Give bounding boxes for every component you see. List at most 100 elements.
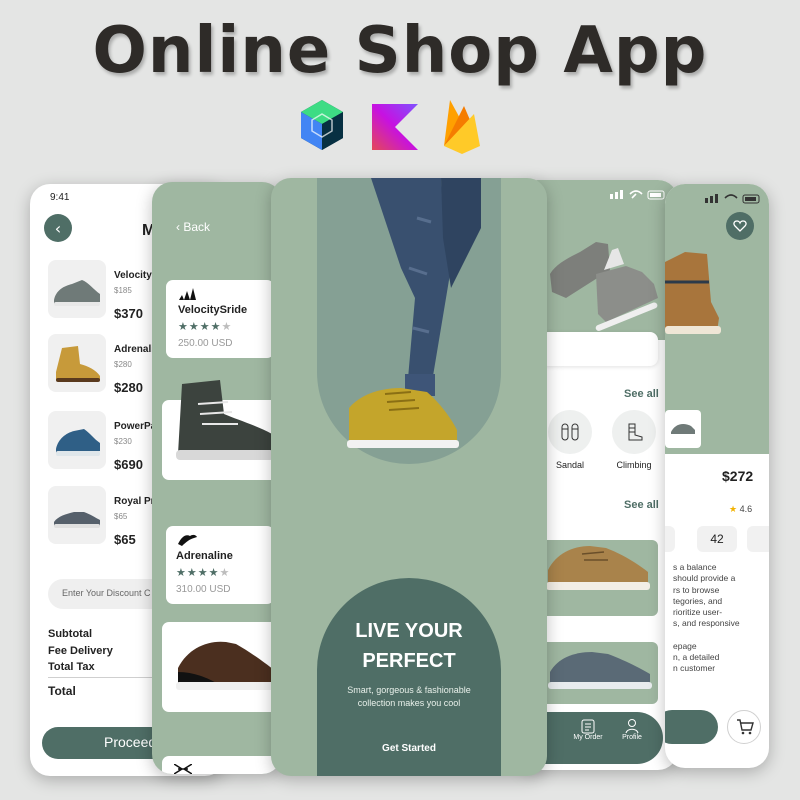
size-option[interactable] — [747, 526, 769, 552]
star-icon: ★ — [729, 504, 738, 514]
category-label: Climbing — [616, 460, 652, 470]
size-option[interactable]: 42 — [697, 526, 737, 552]
product-description: s a balance should provide a rs to brows… — [673, 562, 769, 675]
product-detail-screen: $272 ★ 4.6 42 s a balance should provide… — [665, 184, 769, 768]
category-label: Sandal — [555, 460, 585, 470]
description-line: n, a detailed — [673, 652, 720, 663]
see-all-products-link[interactable]: See all — [624, 499, 659, 511]
status-time: 9:41 — [50, 192, 70, 203]
category-climbing[interactable] — [612, 410, 656, 454]
status-icons — [705, 194, 760, 204]
cart-item-price: $280 — [114, 380, 143, 395]
description-line: epage — [673, 640, 697, 651]
sneaker-image — [56, 429, 100, 456]
favorite-button[interactable] — [726, 212, 754, 240]
description-line: n customer — [673, 663, 716, 674]
status-icons — [610, 190, 665, 200]
cart-item-unit-price: $65 — [114, 512, 128, 521]
cart-item-unit-price: $185 — [114, 286, 132, 295]
leather-shoe-image — [176, 641, 276, 690]
cart-item-price: $65 — [114, 532, 136, 547]
description-line: tegories, and — [673, 595, 723, 606]
cart-item-name: Adrenali — [114, 344, 155, 355]
cart-item-price: $370 — [114, 306, 143, 321]
sneaker-image — [54, 512, 100, 528]
description-line: s a balance — [673, 562, 717, 572]
rating-value: 4.6 — [739, 504, 753, 514]
reebok-logo-icon — [174, 764, 192, 774]
total-tax-label: Total Tax — [48, 661, 95, 673]
back-link[interactable]: ‹ Back — [176, 220, 210, 234]
kotlin-icon — [372, 104, 418, 150]
cart-item-thumb — [48, 260, 106, 318]
product-card[interactable] — [162, 756, 282, 774]
heart-icon — [733, 220, 747, 232]
cart-item-unit-price: $280 — [114, 360, 132, 369]
total-label: Total — [48, 684, 76, 698]
product-card[interactable]: Adrenaline ★★★★★ 310.00 USD — [166, 526, 274, 604]
rating-stars: ★★★★★ — [178, 320, 233, 333]
product-price: $272 — [722, 468, 754, 484]
product-image-card[interactable] — [162, 622, 282, 712]
product-image-card[interactable] — [162, 380, 282, 480]
hightop-sneaker-image — [176, 380, 274, 460]
boot-icon — [628, 423, 643, 441]
intro-subtitle: Smart, gorgeous & fashionable collection… — [327, 684, 491, 710]
cart-item-name: Royal Pri — [114, 496, 158, 507]
fee-delivery-label: Fee Delivery — [48, 645, 113, 657]
cart-item-thumb — [48, 486, 106, 544]
size-option[interactable] — [665, 526, 675, 552]
intro-headline: LIVE YOUR PERFECT — [317, 616, 501, 676]
product-name: Adrenaline — [176, 550, 233, 562]
cart-item-price: $690 — [114, 457, 143, 472]
cart-icon — [737, 719, 754, 735]
see-all-categories-link[interactable]: See all — [624, 388, 659, 400]
description-line — [673, 630, 769, 641]
product-card[interactable]: VelocitySride ★★★★★ 250.00 USD — [166, 280, 274, 358]
person-icon — [625, 719, 639, 734]
nav-my-order[interactable]: My Order — [568, 718, 608, 741]
description-line: rs to browse — [673, 584, 720, 595]
shoe-thumbnail-image — [671, 424, 695, 434]
suede-sneaker-image — [546, 546, 650, 590]
thumbnail[interactable] — [665, 410, 701, 448]
product-price: 310.00 USD — [176, 584, 231, 595]
description-line: s, and responsive — [673, 618, 740, 629]
boot-hero-image — [665, 252, 721, 334]
nav-label: Profile — [622, 734, 642, 741]
sneakers-hero-image — [550, 242, 658, 331]
denim-sneaker-image — [548, 652, 652, 689]
boot-image — [56, 346, 100, 382]
intro-screen: LIVE YOUR PERFECT Smart, gorgeous & fash… — [271, 178, 547, 776]
product-price: 250.00 USD — [178, 338, 233, 349]
description-line: should provide a — [673, 573, 736, 584]
add-to-cart-button[interactable] — [727, 710, 761, 744]
back-label: Back — [183, 220, 211, 234]
get-started-button[interactable]: Get Started — [317, 743, 501, 754]
subtotal-label: Subtotal — [48, 628, 92, 640]
adidas-logo-icon — [179, 288, 196, 300]
back-button[interactable]: ‹ — [44, 214, 72, 242]
chevron-left-icon: ‹ — [54, 218, 62, 238]
clipboard-icon — [581, 719, 595, 734]
search-bar[interactable] — [540, 332, 658, 366]
cart-item-thumb — [48, 334, 106, 392]
page-title: Online Shop App — [92, 14, 708, 88]
cart-item-name: PowerPa — [114, 421, 157, 432]
product-name: VelocitySride — [178, 304, 248, 316]
headline-line: PERFECT — [362, 650, 456, 672]
description-line: rioritize user- — [673, 607, 723, 618]
sneaker-image — [54, 280, 100, 306]
buy-now-button[interactable] — [665, 710, 718, 744]
rating-stars: ★★★★★ — [176, 566, 231, 579]
product-rating: ★ 4.6 — [729, 504, 752, 515]
jetpack-compose-icon — [301, 100, 343, 150]
sandal-icon — [561, 423, 579, 441]
puma-logo-icon — [178, 534, 197, 546]
subtitle-line: Smart, gorgeous & fashionable — [347, 685, 471, 695]
category-sandal[interactable] — [548, 410, 592, 454]
cart-item-thumb — [48, 411, 106, 469]
model-legs-image — [347, 178, 481, 448]
nav-profile[interactable]: Profile — [614, 718, 650, 741]
product-list-screen: ‹ Back VelocitySride ★★★★★ 250.00 USD Ad… — [152, 182, 282, 774]
